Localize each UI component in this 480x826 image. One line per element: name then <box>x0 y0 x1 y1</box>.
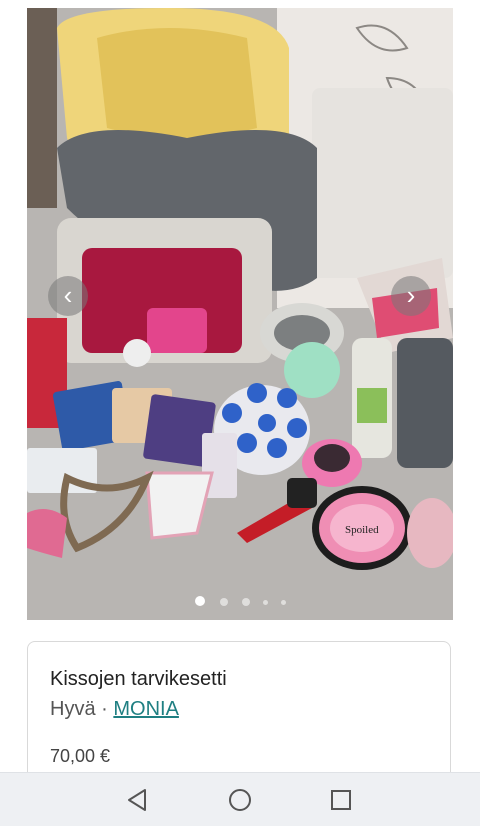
photo-illustration: Spoiled <box>27 8 453 620</box>
carousel-dot[interactable] <box>219 598 228 606</box>
carousel-dot[interactable] <box>263 600 269 605</box>
chevron-right-icon: › <box>406 280 416 310</box>
recents-square-icon[interactable] <box>324 783 358 817</box>
back-triangle-icon[interactable] <box>121 783 155 817</box>
listing-title: Kissojen tarvikesetti <box>50 668 227 690</box>
system-navigation-bar <box>0 772 480 826</box>
carousel-dot[interactable] <box>242 598 250 606</box>
separator: · <box>95 698 114 720</box>
bowl-label: Spoiled <box>345 524 379 536</box>
condition-text: Hyvä <box>50 698 96 720</box>
carousel-indicator <box>0 593 480 611</box>
listing-photo[interactable]: Spoiled <box>27 8 453 620</box>
listing-price: 70,00 € <box>50 746 111 766</box>
brand-link[interactable]: MONIA <box>113 698 179 720</box>
listing-condition-row: Hyvä · MONIA <box>50 698 179 721</box>
chevron-left-icon: ‹ <box>63 280 73 310</box>
carousel-dot[interactable] <box>280 600 286 605</box>
home-circle-icon[interactable] <box>223 783 257 817</box>
carousel-prev-button[interactable]: ‹ <box>48 276 88 316</box>
carousel-next-button[interactable]: › <box>391 276 431 316</box>
carousel-dot[interactable] <box>195 596 206 606</box>
